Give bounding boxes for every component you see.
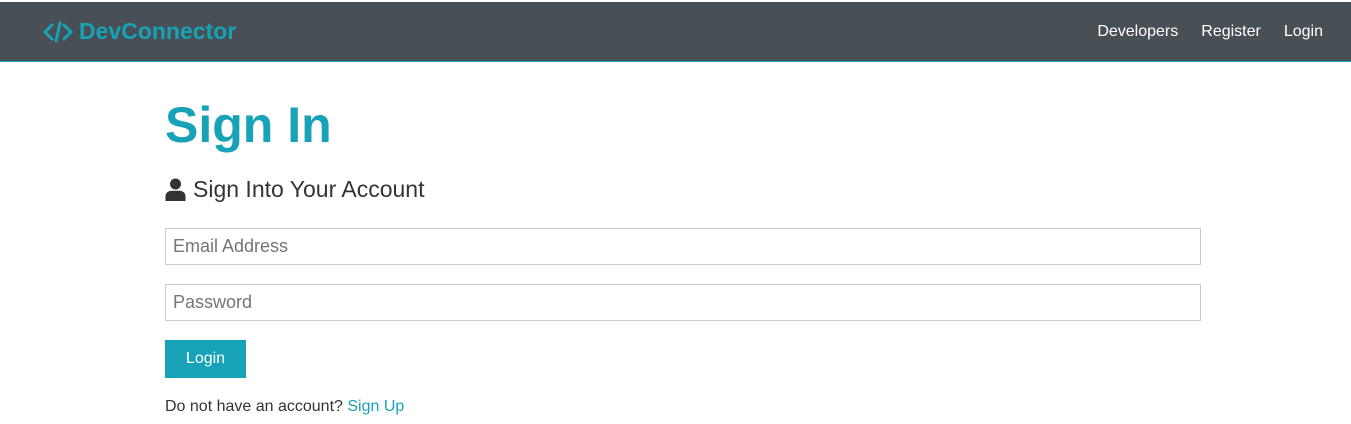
brand-text: DevConnector bbox=[79, 18, 237, 44]
page-title: Sign In bbox=[165, 97, 332, 153]
signup-link[interactable]: Sign Up bbox=[347, 398, 404, 415]
nav-links: Developers Register Login bbox=[1074, 23, 1323, 41]
nav-link-register[interactable]: Register bbox=[1201, 23, 1261, 41]
login-button[interactable]: Login bbox=[165, 340, 246, 378]
code-icon bbox=[43, 21, 73, 43]
signup-prompt-text: Do not have an account? bbox=[165, 398, 343, 415]
password-field[interactable] bbox=[165, 284, 1201, 321]
lead-label: Sign Into Your Account bbox=[193, 176, 425, 202]
navbar: DevConnector Developers Register Login bbox=[0, 2, 1351, 62]
brand-link[interactable]: DevConnector bbox=[43, 18, 236, 45]
user-icon bbox=[165, 178, 186, 201]
nav-link-developers[interactable]: Developers bbox=[1097, 23, 1178, 41]
signup-prompt: Do not have an account? Sign Up bbox=[165, 398, 404, 416]
lead-text: Sign Into Your Account bbox=[165, 176, 424, 203]
email-field[interactable] bbox=[165, 228, 1201, 265]
nav-link-login[interactable]: Login bbox=[1284, 23, 1323, 41]
